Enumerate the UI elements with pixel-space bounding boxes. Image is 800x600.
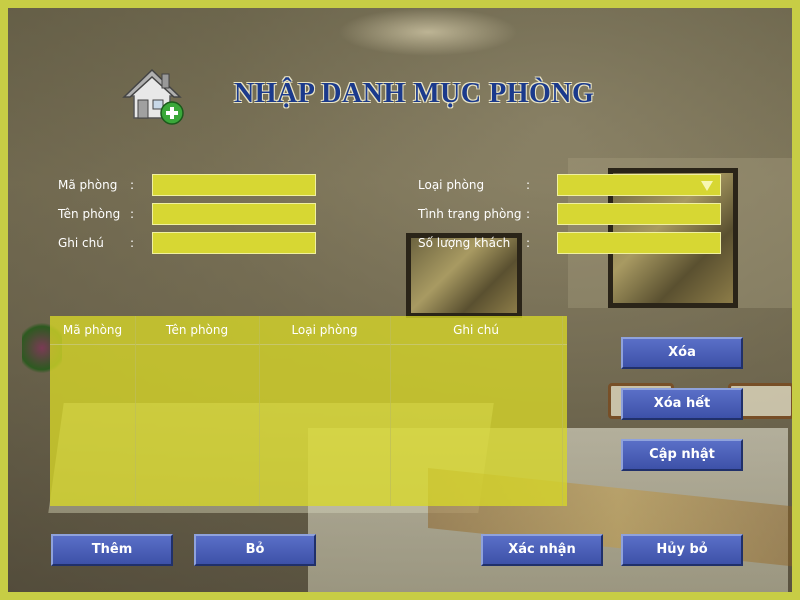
add-button[interactable]: Thêm bbox=[51, 534, 173, 566]
so-luong-khach-colon: : bbox=[526, 236, 531, 250]
ma-phong-label: Mã phòng bbox=[58, 178, 118, 192]
column-divider bbox=[259, 316, 260, 506]
delete-all-button[interactable]: Xóa hết bbox=[621, 388, 743, 420]
page-title: NHẬP DANH MỤC PHÒNG bbox=[234, 78, 595, 109]
column-header-ghi-chu[interactable]: Ghi chú bbox=[390, 316, 562, 344]
loai-phong-label: Loại phòng bbox=[418, 178, 485, 192]
loai-phong-colon: : bbox=[526, 178, 531, 192]
cancel-button[interactable]: Hủy bỏ bbox=[621, 534, 743, 566]
ten-phong-label: Tên phòng bbox=[58, 207, 121, 221]
grid-header: Mã phòng Tên phòng Loại phòng Ghi chú bbox=[50, 316, 567, 345]
column-header-loai-phong[interactable]: Loại phòng bbox=[259, 316, 390, 344]
ma-phong-field[interactable] bbox=[152, 174, 316, 196]
update-button[interactable]: Cập nhật bbox=[621, 439, 743, 471]
tinh-trang-phong-label: Tình trạng phòng bbox=[418, 207, 522, 221]
ten-phong-colon: : bbox=[130, 207, 135, 221]
ghi-chu-field[interactable] bbox=[152, 232, 316, 254]
tinh-trang-phong-field[interactable] bbox=[557, 203, 721, 225]
ghi-chu-label: Ghi chú bbox=[58, 236, 104, 250]
tinh-trang-phong-colon: : bbox=[526, 207, 531, 221]
room-data-grid[interactable]: Mã phòng Tên phòng Loại phòng Ghi chú bbox=[50, 316, 567, 506]
house-add-icon bbox=[122, 66, 188, 128]
confirm-button[interactable]: Xác nhận bbox=[481, 534, 603, 566]
ten-phong-field[interactable] bbox=[152, 203, 316, 225]
skip-button[interactable]: Bỏ bbox=[194, 534, 316, 566]
column-divider bbox=[562, 316, 563, 506]
ma-phong-colon: : bbox=[130, 178, 135, 192]
column-header-ten-phong[interactable]: Tên phòng bbox=[135, 316, 259, 344]
ceiling-light bbox=[338, 8, 518, 56]
loai-phong-select[interactable] bbox=[557, 174, 721, 196]
so-luong-khach-label: Số lượng khách bbox=[418, 236, 511, 250]
so-luong-khach-field[interactable] bbox=[557, 232, 721, 254]
column-header-ma-phong[interactable]: Mã phòng bbox=[50, 316, 135, 344]
column-divider bbox=[135, 316, 136, 506]
delete-button[interactable]: Xóa bbox=[621, 337, 743, 369]
chevron-down-icon[interactable] bbox=[701, 181, 713, 191]
ghi-chu-colon: : bbox=[130, 236, 135, 250]
column-divider bbox=[390, 316, 391, 506]
